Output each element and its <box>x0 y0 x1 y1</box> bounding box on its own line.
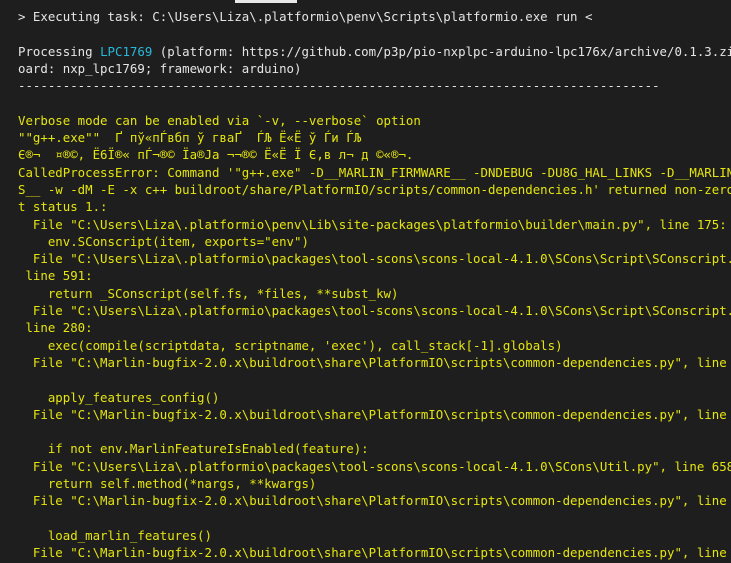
terminal-log-line: File "C:\Users\Liza\.platformio\packages… <box>18 251 731 267</box>
terminal-task-header: > Executing task: C:\Users\Liza\.platfor… <box>18 9 593 24</box>
terminal-log-line: env.SConscript(item, exports="env") <box>18 233 309 249</box>
terminal-processing-wrap-line: oard: nxp_lpc1769; framework: arduino) <box>18 60 302 76</box>
terminal-log-line: File "C:\Users\Liza\.platformio\penv\Lib… <box>18 216 727 232</box>
processing-env-name: LPC1769 <box>100 43 153 59</box>
terminal-separator: ----------------------------------------… <box>18 78 660 94</box>
terminal-log-line: line 280: <box>18 320 93 336</box>
terminal-log-line: File "C:\Marlin-bugfix-2.0.x\buildroot\s… <box>18 545 731 561</box>
processing-label: Processing <box>18 43 101 59</box>
terminal-log-line: File "C:\Users\Liza\.platformio\packages… <box>18 458 731 474</box>
terminal-log-line: t status 1.: <box>18 199 108 215</box>
terminal-log-line: CalledProcessError: Command '"g++.exe" -… <box>18 164 731 180</box>
terminal-log-line: return _SConscript(self.fs, *files, **su… <box>18 285 399 301</box>
terminal-log-line: File "C:\Marlin-bugfix-2.0.x\buildroot\s… <box>18 493 731 509</box>
terminal-log-line: File "C:\Users\Liza\.platformio\packages… <box>18 303 731 319</box>
terminal-scroll-region[interactable]: > Executing task: C:\Users\Liza\.platfor… <box>0 0 731 563</box>
terminal-error-log: Verbose mode can be enabled via `-v, --v… <box>0 112 731 562</box>
terminal-log-line: Є®¬ ¤®©, Ё6Ї®« пЃ¬®© Їa®Ја ¬¬®© Ё«Ё Ї Є‚… <box>18 147 414 163</box>
terminal-log-line: line 591: <box>18 268 93 284</box>
terminal-log-line: load_marlin_features() <box>18 527 212 543</box>
terminal-log-line: File "C:\Marlin-bugfix-2.0.x\buildroot\s… <box>18 354 731 370</box>
terminal-log-line: exec(compile(scriptdata, scriptname, 'ex… <box>18 337 563 353</box>
processing-platform-info: (platform: https://github.com/p3p/pio-nx… <box>152 43 731 59</box>
terminal-processing-line: Processing LPC1769 (platform: https://gi… <box>0 43 731 60</box>
terminal-log-line: Verbose mode can be enabled via `-v, --v… <box>18 112 421 128</box>
terminal-log-line: return self.method(*nargs, **kwargs) <box>18 476 317 492</box>
terminal-window[interactable]: > Executing task: C:\Users\Liza\.platfor… <box>0 0 731 563</box>
terminal-log-line: File "C:\Marlin-bugfix-2.0.x\buildroot\s… <box>18 406 731 422</box>
terminal-log-line: apply_features_config() <box>18 389 220 405</box>
terminal-log-line: if not env.MarlinFeatureIsEnabled(featur… <box>18 441 369 457</box>
terminal-log-line: ""g++.exe"" Ґ пў«пЃвбп ў гваҐ ЃЉ Ё«Ё ў Ѓ… <box>18 130 362 146</box>
terminal-log-line: S__ -w -dM -E -x c++ buildroot/share/Pla… <box>18 181 731 197</box>
